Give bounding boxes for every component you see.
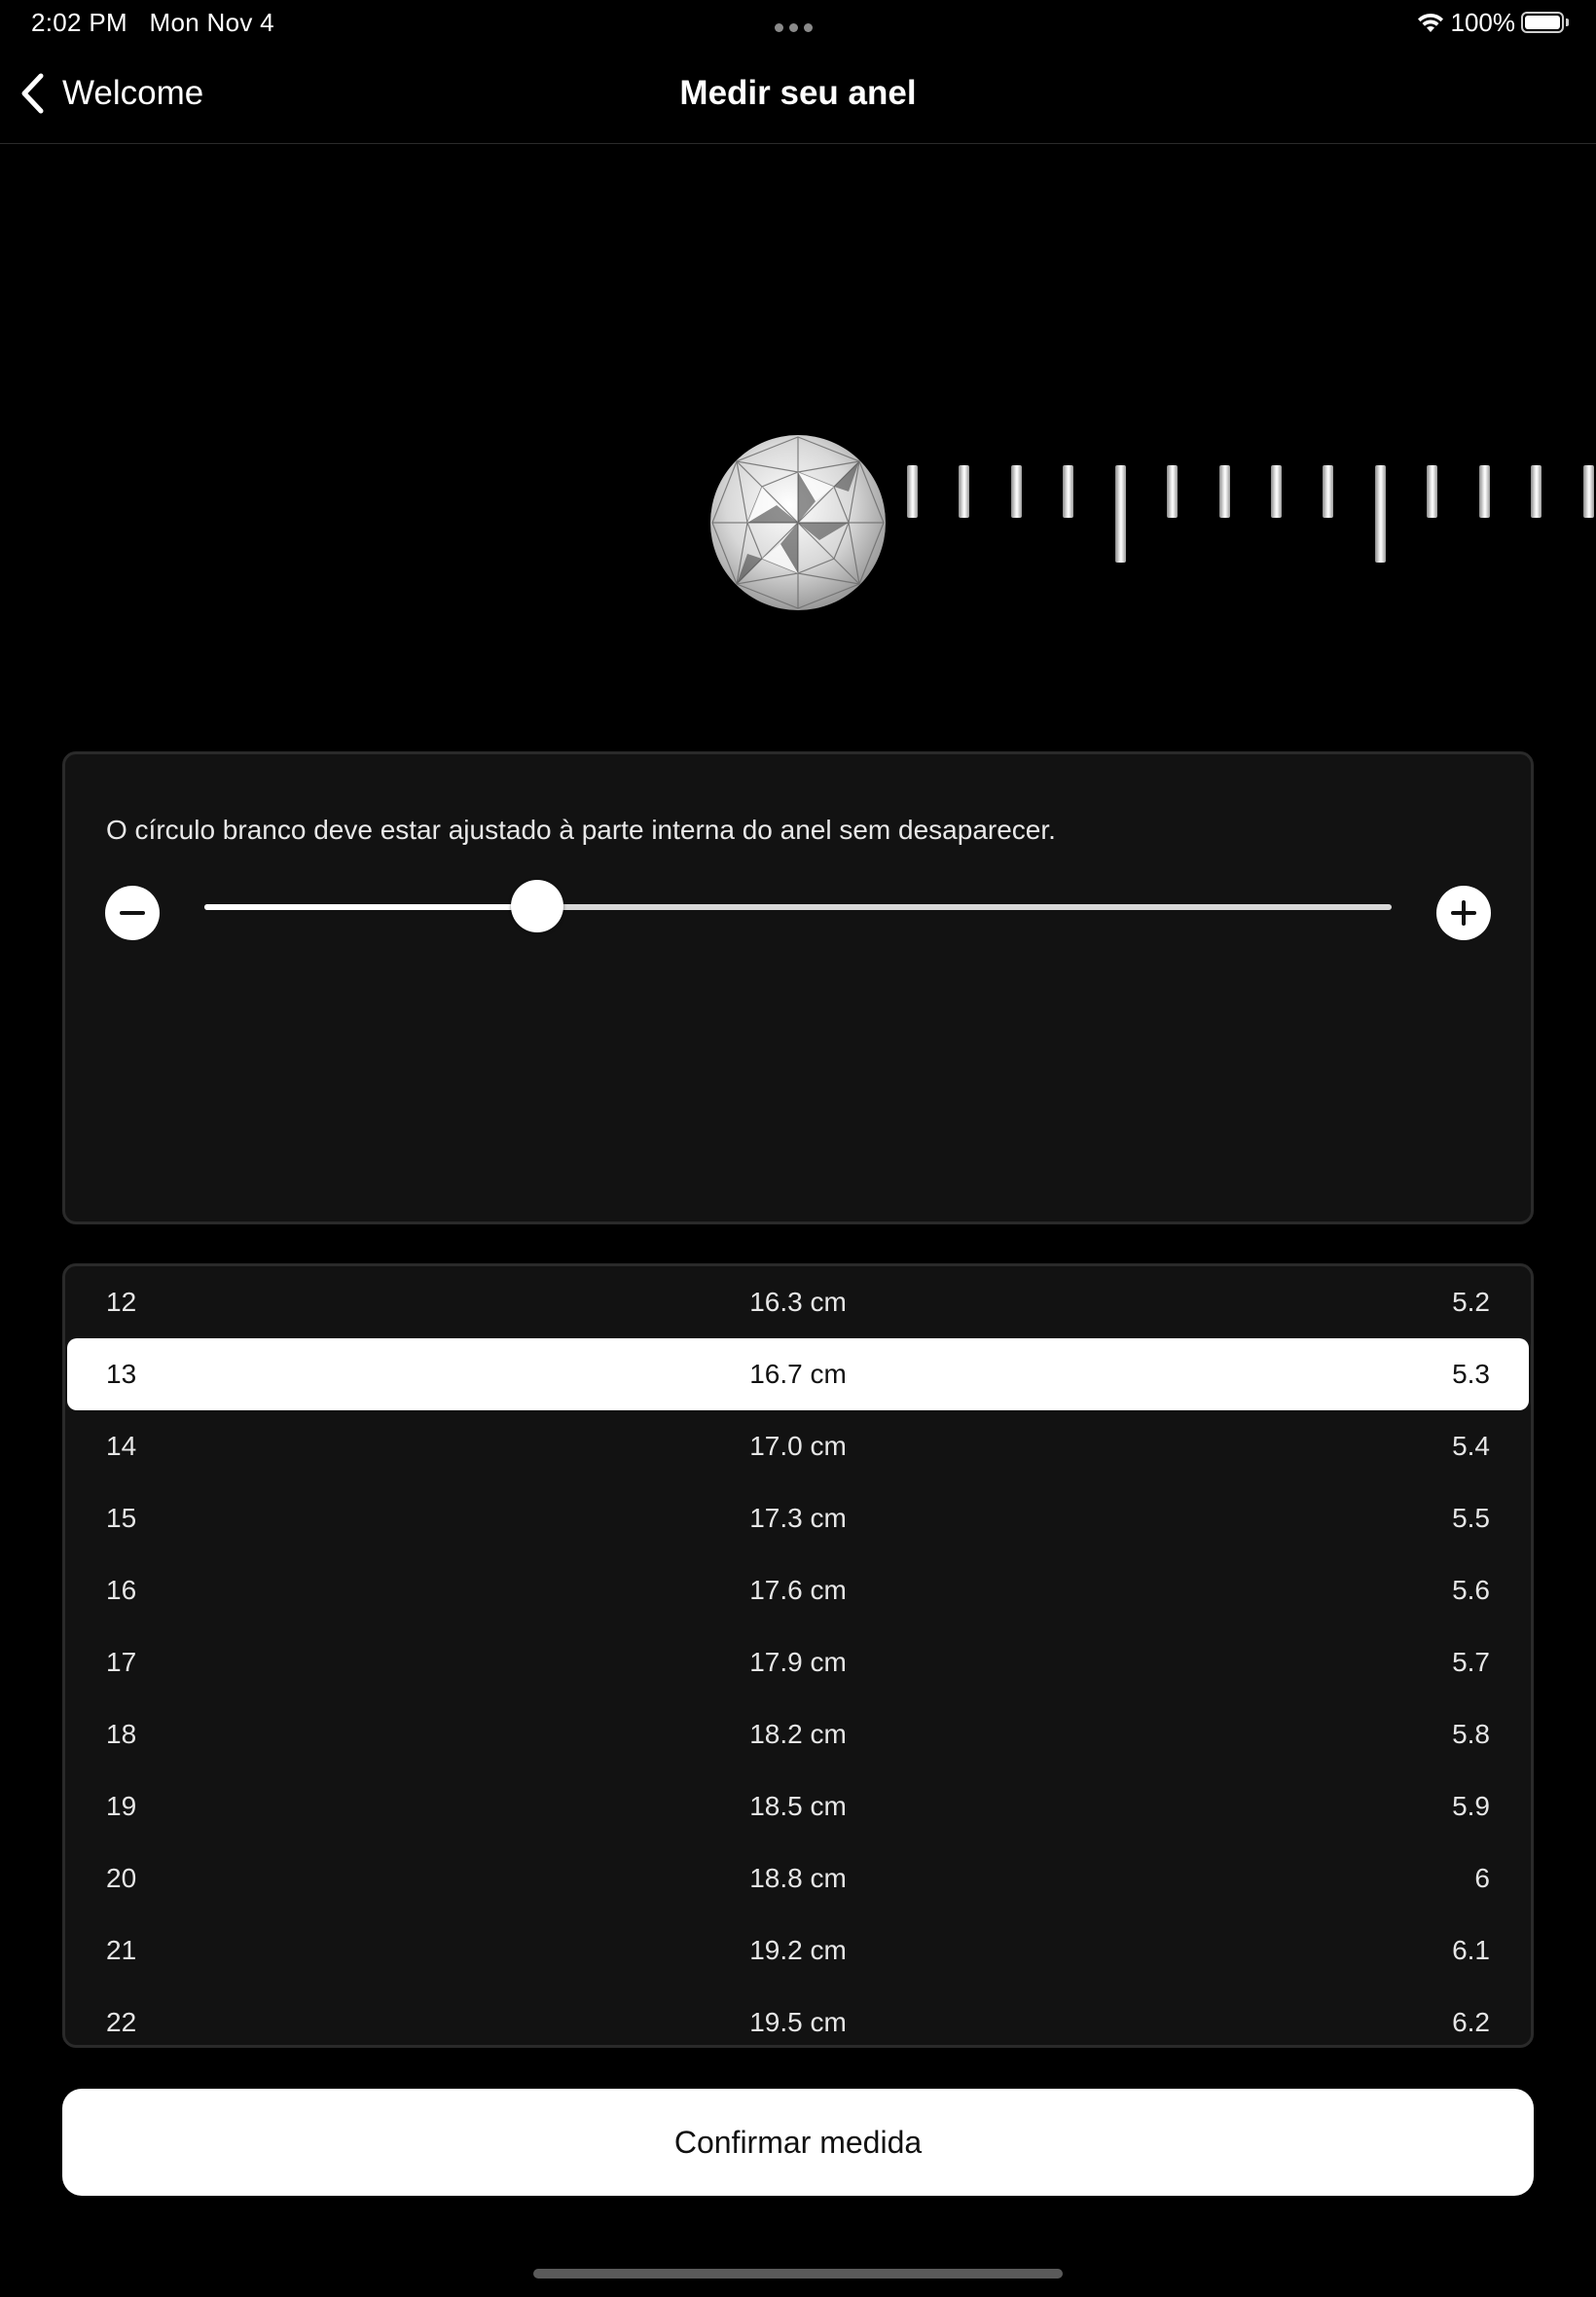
status-time: 2:02 PM Mon Nov 4 [31, 8, 274, 38]
diameter-cell: 5.7 [1452, 1647, 1490, 1677]
confirm-button[interactable]: Confirmar medida [62, 2089, 1534, 2196]
status-bar: 2:02 PM Mon Nov 4 100% [0, 0, 1596, 45]
diameter-cell: 5.8 [1452, 1719, 1490, 1749]
ruler-tick [1115, 465, 1126, 563]
ruler-tick [1583, 465, 1594, 518]
ruler-tick [1323, 465, 1333, 518]
ruler-tick [1271, 465, 1282, 518]
table-row[interactable]: 14 17.0 cm 5.4 [67, 1410, 1529, 1482]
table-row[interactable]: 22 19.5 cm 6.2 [67, 1987, 1529, 2045]
slider-thumb[interactable] [510, 880, 563, 932]
diameter-cell: 6.2 [1452, 2007, 1490, 2037]
circumference-cell: 17.0 cm [749, 1431, 847, 1461]
slider-track [204, 904, 1392, 910]
ring-ruler [0, 144, 1596, 747]
circumference-cell: 17.3 cm [749, 1503, 847, 1533]
ruler-tick [1219, 465, 1230, 518]
navigation-bar: Welcome Medir seu anel [0, 45, 1596, 144]
ruler-tick [959, 465, 969, 518]
ruler-tick [907, 465, 918, 518]
circumference-cell: 16.7 cm [749, 1359, 847, 1389]
ruler-tick [1375, 465, 1386, 563]
diameter-cell: 5.9 [1452, 1791, 1490, 1821]
ruler-tick [1063, 465, 1073, 518]
status-time-value: 2:02 PM [31, 8, 127, 37]
instruction-text: O círculo branco deve estar ajustado à p… [106, 815, 1056, 845]
circumference-cell: 19.5 cm [749, 2007, 847, 2037]
increase-button[interactable] [1436, 886, 1491, 940]
table-row[interactable]: 15 17.3 cm 5.5 [67, 1482, 1529, 1554]
circumference-cell: 18.2 cm [749, 1719, 847, 1749]
table-row[interactable]: 19 18.5 cm 5.9 [67, 1770, 1529, 1842]
table-row[interactable]: 21 19.2 cm 6.1 [67, 1914, 1529, 1987]
diameter-cell: 5.2 [1452, 1287, 1490, 1317]
more-dots-icon[interactable] [775, 19, 821, 32]
table-row[interactable]: 20 18.8 cm 6 [67, 1842, 1529, 1914]
table-row[interactable]: 17 17.9 cm 5.7 [67, 1626, 1529, 1698]
circumference-cell: 19.2 cm [749, 1935, 847, 1965]
diameter-cell: 5.6 [1452, 1575, 1490, 1605]
ruler-tick [1011, 465, 1022, 518]
ruler-tick [1427, 465, 1437, 518]
circumference-cell: 18.8 cm [749, 1863, 847, 1893]
status-indicators: 100% [1416, 7, 1569, 37]
circumference-cell: 17.9 cm [749, 1647, 847, 1677]
battery-percent: 100% [1450, 7, 1516, 37]
wifi-icon [1417, 13, 1443, 32]
diameter-cell: 5.4 [1452, 1431, 1490, 1461]
ruler-tick [1167, 465, 1178, 518]
diameter-cell: 6 [1474, 1863, 1490, 1893]
ring-size-slider[interactable] [140, 880, 1394, 934]
ruler-tick [1531, 465, 1542, 518]
plus-icon [1462, 900, 1466, 926]
circumference-cell: 16.3 cm [749, 1287, 847, 1317]
slider-fill [204, 904, 537, 910]
diameter-cell: 5.3 [1452, 1359, 1490, 1389]
table-row-selected[interactable]: 13 16.7 cm 5.3 [67, 1338, 1529, 1410]
circumference-cell: 17.6 cm [749, 1575, 847, 1605]
diameter-cell: 5.5 [1452, 1503, 1490, 1533]
home-indicator[interactable] [533, 2269, 1063, 2279]
size-table[interactable]: 12 16.3 cm 5.2 13 16.7 cm 5.3 14 17.0 cm 5.4 15 17… [62, 1263, 1534, 2048]
ring-size-screen: 2:02 PM Mon Nov 4 100% Welcome Medir seu… [0, 0, 1596, 2297]
diamond-icon [710, 435, 886, 610]
diameter-cell: 6.1 [1452, 1935, 1490, 1965]
table-row[interactable]: 12 16.3 cm 5.2 [67, 1266, 1529, 1338]
ruler-tick [1479, 465, 1490, 518]
battery-icon [1521, 12, 1564, 33]
adjust-panel: O círculo branco deve estar ajustado à p… [62, 751, 1534, 1224]
status-date-value: Mon Nov 4 [149, 8, 274, 37]
page-title: Medir seu anel [679, 74, 917, 112]
battery-tip [1566, 18, 1569, 26]
table-row[interactable]: 18 18.2 cm 5.8 [67, 1698, 1529, 1770]
circumference-cell: 18.5 cm [749, 1791, 847, 1821]
table-row[interactable]: 16 17.6 cm 5.6 [67, 1554, 1529, 1626]
